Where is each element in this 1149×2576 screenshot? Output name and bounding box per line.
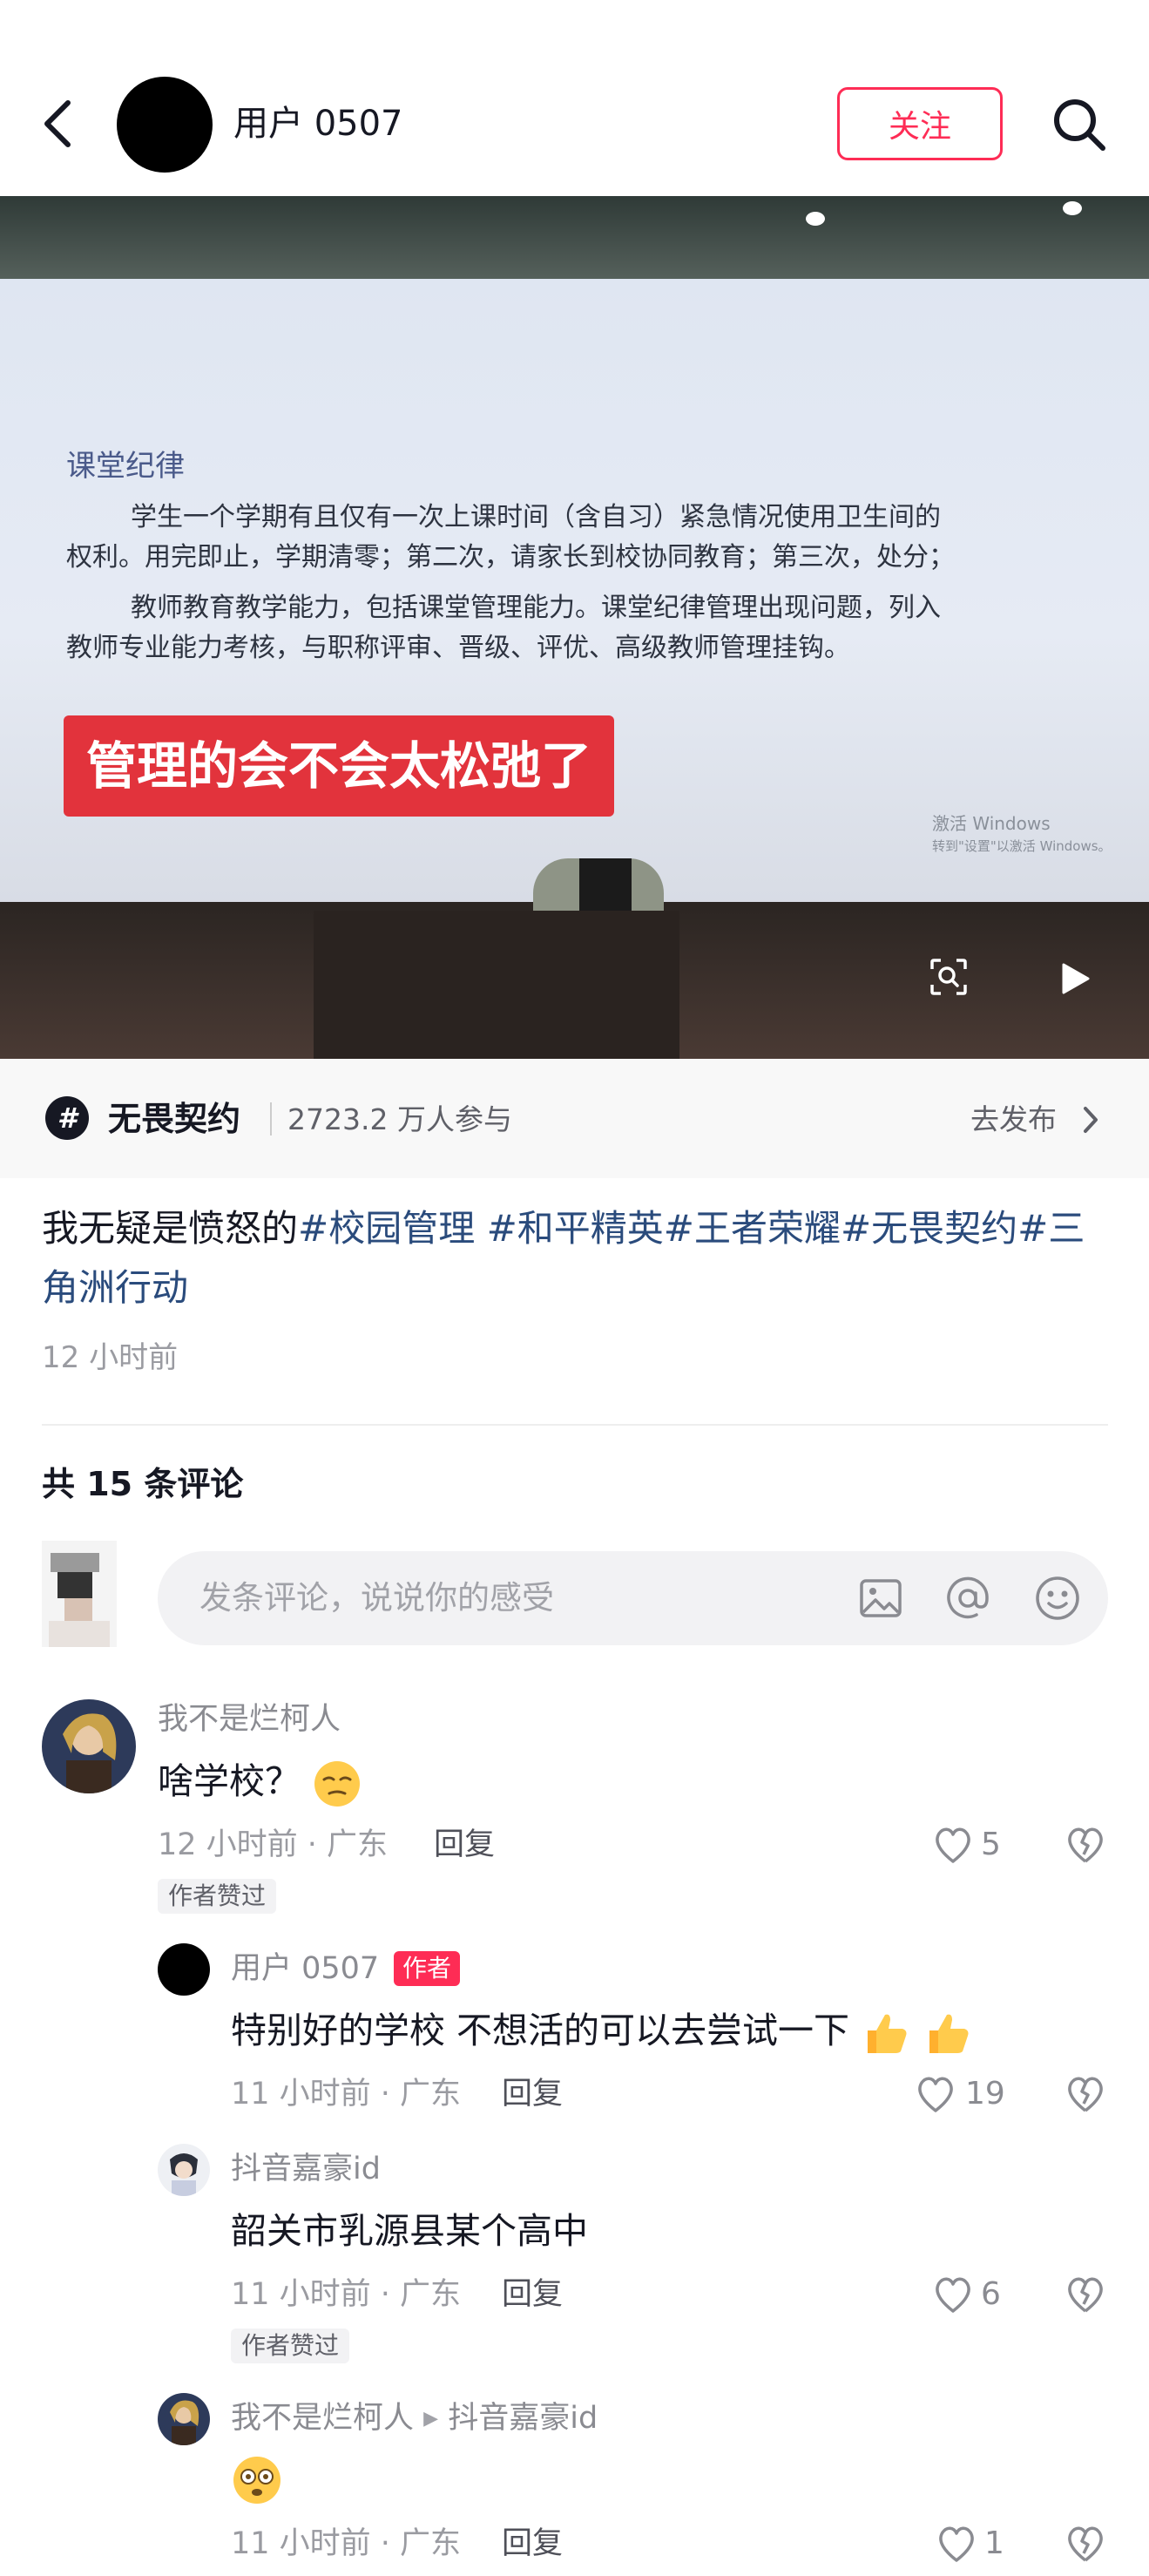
commenter-avatar[interactable] (158, 2144, 210, 2196)
author-name[interactable]: 用户 0507 (233, 98, 403, 150)
image-icon[interactable] (856, 1574, 905, 1623)
broken-heart-icon[interactable] (1065, 1825, 1106, 1865)
heart-icon[interactable] (932, 2274, 974, 2315)
slide-line: 学生一个学期有且仅有一次上课时间（含自习）紧急情况使用卫生间的 (131, 502, 941, 532)
go-publish-link[interactable]: 去发布 (970, 1096, 1057, 1143)
like-count: 5 (981, 1827, 1001, 1862)
reply-to-name[interactable]: 抖音嘉豪id (448, 2401, 598, 2436)
divider (42, 1424, 1108, 1426)
commenter-avatar[interactable] (42, 1699, 136, 1793)
comment-meta: 11 小时前 · 广东 (231, 2077, 462, 2112)
at-mention-icon[interactable] (943, 1574, 992, 1623)
search-icon[interactable] (1051, 96, 1108, 153)
hashtag-link[interactable]: #校园管理 (298, 1207, 475, 1250)
like-count: 1 (984, 2525, 1004, 2561)
slide-line: 教师教育教学能力，包括课堂管理能力。课堂纪律管理出现问题，列入 (131, 593, 941, 623)
projector-slide: 课堂纪律 学生一个学期有且仅有一次上课时间（含自习）紧急情况使用卫生间的 权利。… (0, 279, 1149, 924)
chevron-right-icon[interactable] (1080, 1100, 1101, 1140)
back-arrow-icon[interactable] (38, 98, 78, 150)
author-liked-badge: 作者赞过 (231, 2329, 350, 2363)
comment-meta: 11 小时前 · 广东 (231, 2277, 462, 2312)
comment-text: 特别好的学校 不想活的可以去尝试一下 (231, 2004, 973, 2058)
commenter-name: 我不是烂柯人 ▶ 抖音嘉豪id (231, 2396, 598, 2441)
comment-text-content: 啥学校？ (158, 1760, 301, 1802)
my-avatar[interactable] (42, 1541, 117, 1647)
divider (270, 1102, 272, 1135)
reply-triangle-icon: ▶ (423, 2408, 439, 2430)
topic-name[interactable]: 无畏契约 (108, 1095, 240, 1143)
comment-text: 啥学校？ (158, 1755, 362, 1809)
emoji-icon[interactable] (1033, 1574, 1082, 1623)
comments-count: 共 15 条评论 (42, 1465, 244, 1503)
author-liked-badge: 作者赞过 (158, 1879, 277, 1914)
like-count: 19 (965, 2076, 1005, 2112)
thumbs-up-emoji-icon (929, 2014, 969, 2053)
commenter-avatar[interactable] (158, 2393, 210, 2445)
slide-line: 权利。用完即止，学期清零；第二次，请家长到校协同教育；第三次，处分； (66, 542, 955, 573)
watermark-line: 转到"设置"以激活 Windows。 (932, 838, 1112, 854)
like-count: 6 (981, 2276, 1001, 2312)
ceiling-lamp (1063, 201, 1082, 215)
ceiling (0, 196, 1149, 279)
video-caption: 管理的会不会太松弛了 (64, 715, 615, 817)
hashtag-link[interactable]: #王者荣耀 (664, 1207, 841, 1250)
ceiling-lamp (806, 212, 825, 226)
author-badge: 作者 (394, 1951, 461, 1986)
windows-watermark: 激活 Windows 转到"设置"以激活 Windows。 (932, 812, 1112, 858)
reply-button[interactable]: 回复 (502, 2273, 563, 2316)
play-icon[interactable] (1058, 961, 1092, 996)
commenter-name[interactable]: 用户 0507 (231, 1947, 379, 1990)
video-player[interactable]: 课堂纪律 学生一个学期有且仅有一次上课时间（含自习）紧急情况使用卫生间的 权利。… (0, 196, 1149, 1059)
watermark-line: 激活 Windows (932, 813, 1051, 834)
hashtag-link[interactable]: #和平精英 (475, 1207, 664, 1250)
follow-button[interactable]: 关注 (837, 87, 1003, 160)
broken-heart-icon[interactable] (1065, 2524, 1106, 2564)
smug-emoji-icon (314, 1761, 361, 1807)
slide-line: 教师专业能力考核，与职称评审、晋级、评优、高级教师管理挂钩。 (66, 633, 850, 663)
topic-participants: 2723.2 万人参与 (287, 1102, 512, 1136)
comment-meta: 12 小时前 · 广东 (158, 1827, 389, 1862)
heart-icon[interactable] (915, 2074, 956, 2114)
comment-text: 韶关市乳源县某个高中 (231, 2210, 588, 2252)
thumbs-up-emoji-icon (868, 2014, 907, 2053)
reply-button[interactable]: 回复 (502, 2522, 563, 2566)
comment-text-content: 特别好的学校 不想活的可以去尝试一下 (231, 2010, 850, 2051)
commenter-name[interactable]: 我不是烂柯人 (158, 1698, 341, 1741)
hashtag-icon: # (45, 1096, 89, 1140)
post-text: 我无疑是愤怒的 (42, 1207, 299, 1250)
post-description: 我无疑是愤怒的#校园管理 #和平精英#王者荣耀#无畏契约#三角洲行动 (42, 1199, 1113, 1318)
commenter-name-text[interactable]: 我不是烂柯人 (231, 2401, 414, 2436)
heart-icon[interactable] (936, 2524, 977, 2564)
image-search-icon[interactable] (929, 957, 969, 997)
podium (314, 911, 679, 1059)
heart-icon[interactable] (932, 1825, 974, 1865)
slide-title: 课堂纪律 (66, 449, 185, 484)
broken-heart-icon[interactable] (1065, 2274, 1106, 2315)
reply-button[interactable]: 回复 (502, 2072, 563, 2116)
comment-meta: 11 小时前 · 广东 (231, 2526, 462, 2561)
commenter-avatar[interactable] (158, 1943, 210, 1996)
broken-heart-icon[interactable] (1065, 2074, 1106, 2114)
post-time: 12 小时前 (42, 1340, 179, 1375)
commenter-name[interactable]: 抖音嘉豪id (231, 2147, 381, 2191)
comment-placeholder[interactable]: 发条评论，说说你的感受 (199, 1574, 554, 1623)
reply-button[interactable]: 回复 (434, 1823, 495, 1867)
author-avatar[interactable] (117, 77, 213, 173)
hashtag-link[interactable]: #无畏契约 (841, 1207, 1017, 1250)
dizzy-face-emoji-icon (233, 2457, 280, 2504)
